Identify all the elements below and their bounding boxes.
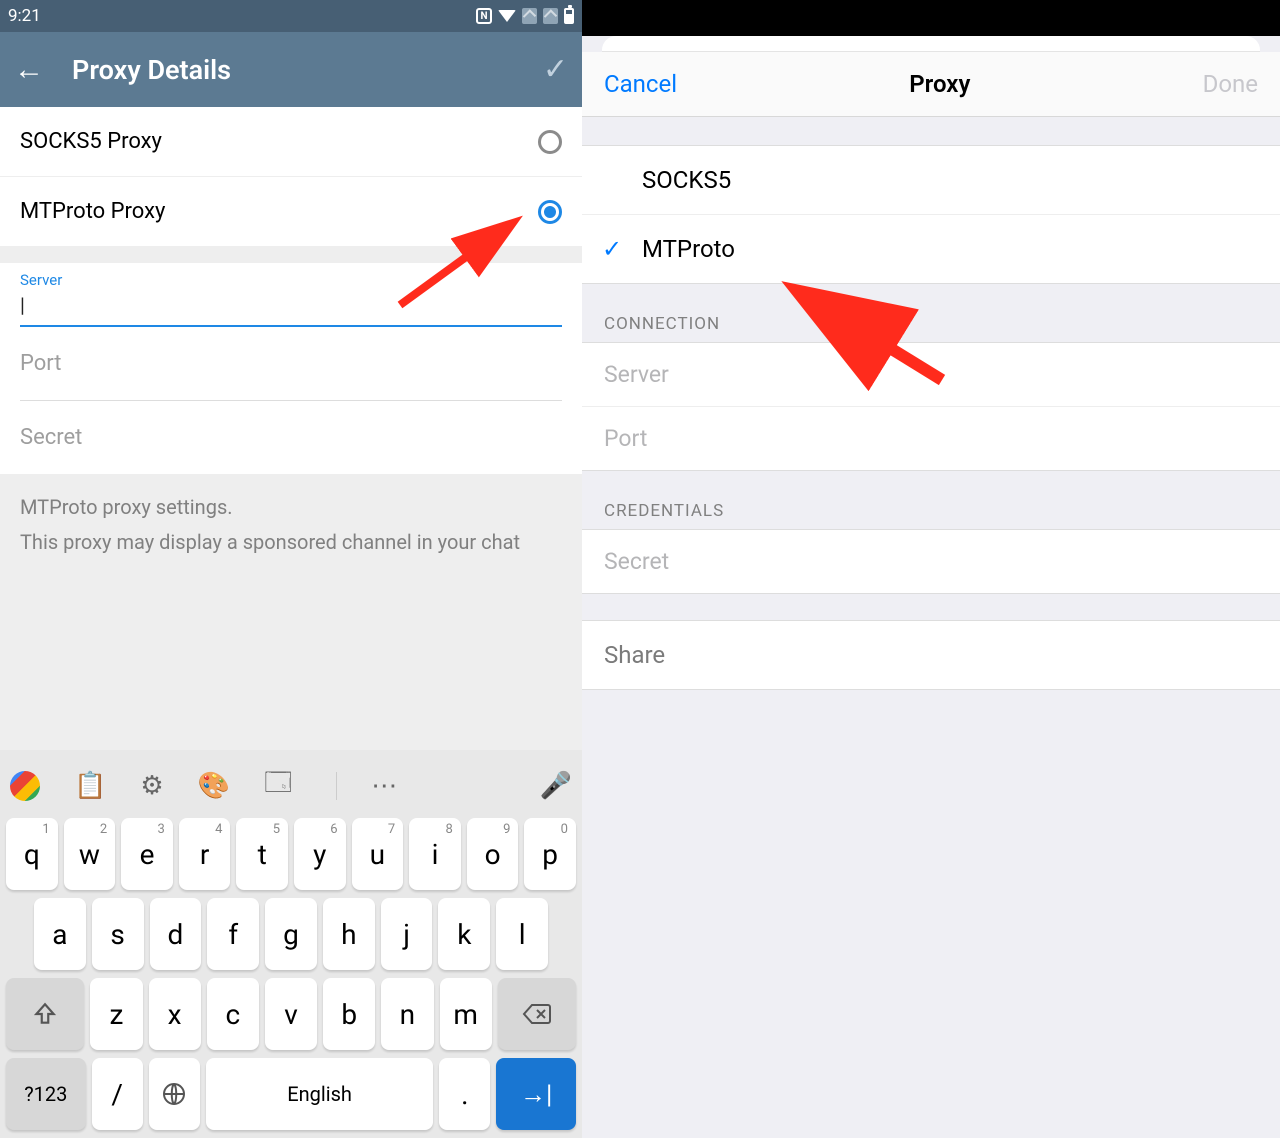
android-pane: 9:21 N ← Proxy Details ✓ SOCKS5 Proxy MT… — [0, 0, 582, 1138]
ios-server-field[interactable]: Server — [582, 343, 1280, 407]
server-label: Server — [20, 271, 562, 289]
key-n[interactable]: n — [381, 978, 433, 1050]
more-icon[interactable]: ⋯ — [371, 771, 397, 801]
key-v[interactable]: v — [265, 978, 317, 1050]
clipboard-icon[interactable]: 📋 — [74, 771, 106, 801]
backspace-key[interactable] — [498, 978, 576, 1050]
back-icon[interactable]: ← — [14, 52, 44, 87]
info-text: MTProto proxy settings. This proxy may d… — [0, 474, 582, 576]
keyboard-toolbar: 📋 ⚙ 🎨 🗔 ⋯ 🎤 — [0, 754, 582, 818]
key-i[interactable]: i8 — [409, 818, 461, 890]
share-button[interactable]: Share — [582, 620, 1280, 690]
ios-type-label: MTProto — [642, 235, 735, 263]
key-q[interactable]: q1 — [6, 818, 58, 890]
done-button[interactable]: Done — [1203, 70, 1258, 98]
app-bar: ← Proxy Details ✓ — [0, 32, 582, 107]
radio-on-icon[interactable] — [538, 200, 562, 224]
ios-pane: Cancel Proxy Done SOCKS5 ✓ MTProto CONNE… — [582, 0, 1280, 1138]
nav-title: Proxy — [909, 70, 970, 98]
port-input[interactable]: Port — [20, 327, 562, 401]
cancel-button[interactable]: Cancel — [604, 70, 677, 98]
ios-secret-field[interactable]: Secret — [582, 530, 1280, 593]
ios-port-field[interactable]: Port — [582, 407, 1280, 470]
radio-off-icon[interactable] — [538, 130, 562, 154]
proxy-type-list: SOCKS5 Proxy MTProto Proxy — [0, 107, 582, 247]
info-line1: MTProto proxy settings. — [20, 494, 562, 521]
ios-credentials-fields: Secret — [582, 529, 1280, 594]
gear-icon[interactable]: ⚙ — [140, 771, 163, 801]
key-x[interactable]: x — [149, 978, 201, 1050]
status-bar: 9:21 N — [0, 0, 582, 32]
key-c[interactable]: c — [207, 978, 259, 1050]
key-y[interactable]: y6 — [294, 818, 346, 890]
key-k[interactable]: k — [438, 898, 490, 970]
key-l[interactable]: l — [496, 898, 548, 970]
ios-connection-fields: Server Port — [582, 342, 1280, 471]
key-z[interactable]: z — [90, 978, 142, 1050]
key-u[interactable]: u7 — [352, 818, 404, 890]
proxy-type-label: SOCKS5 Proxy — [20, 129, 162, 154]
space-key[interactable]: English — [206, 1058, 433, 1130]
key-b[interactable]: b — [323, 978, 375, 1050]
palette-icon[interactable]: 🎨 — [198, 771, 230, 801]
section-header-credentials: CREDENTIALS — [582, 471, 1280, 529]
ios-type-label: SOCKS5 — [642, 166, 731, 194]
key-h[interactable]: h — [323, 898, 375, 970]
mic-icon[interactable]: 🎤 — [540, 771, 572, 801]
ios-navbar: Cancel Proxy Done — [582, 52, 1280, 117]
google-icon[interactable] — [10, 771, 40, 801]
checkmark-icon: ✓ — [602, 235, 622, 263]
key-t[interactable]: t5 — [236, 818, 288, 890]
key-s[interactable]: s — [92, 898, 144, 970]
signal-icon-2 — [543, 8, 558, 24]
ios-type-mtproto[interactable]: ✓ MTProto — [582, 215, 1280, 283]
secret-input[interactable]: Secret — [20, 401, 562, 474]
slash-key[interactable]: / — [92, 1058, 143, 1130]
clock: 9:21 — [8, 6, 41, 26]
key-r[interactable]: r4 — [179, 818, 231, 890]
section-header-connection: CONNECTION — [582, 284, 1280, 342]
key-p[interactable]: p0 — [524, 818, 576, 890]
proxy-type-socks5[interactable]: SOCKS5 Proxy — [0, 107, 582, 177]
key-f[interactable]: f — [207, 898, 259, 970]
language-key[interactable] — [149, 1058, 200, 1130]
info-line2: This proxy may display a sponsored chann… — [20, 529, 562, 556]
proxy-type-label: MTProto Proxy — [20, 199, 165, 224]
battery-icon — [564, 8, 574, 24]
confirm-icon[interactable]: ✓ — [543, 52, 568, 87]
key-a[interactable]: a — [34, 898, 86, 970]
key-w[interactable]: w2 — [64, 818, 116, 890]
signal-icon — [522, 8, 537, 24]
key-e[interactable]: e3 — [121, 818, 173, 890]
ios-proxy-type-list: SOCKS5 ✓ MTProto — [582, 145, 1280, 284]
server-input[interactable] — [20, 289, 562, 327]
symbols-key[interactable]: ?123 — [6, 1058, 86, 1130]
nfc-icon: N — [476, 8, 492, 24]
sticker-icon[interactable]: 🗔 — [264, 764, 292, 808]
key-g[interactable]: g — [265, 898, 317, 970]
enter-key[interactable]: →| — [496, 1058, 576, 1130]
page-title: Proxy Details — [72, 54, 543, 86]
shift-key[interactable] — [6, 978, 84, 1050]
key-o[interactable]: o9 — [467, 818, 519, 890]
ios-type-socks5[interactable]: SOCKS5 — [582, 146, 1280, 215]
keyboard: 📋 ⚙ 🎨 🗔 ⋯ 🎤 q1w2e3r4t5y6u7i8o9p0 asdfghj… — [0, 750, 582, 1138]
proxy-form: Server Port Secret — [0, 263, 582, 474]
proxy-type-mtproto[interactable]: MTProto Proxy — [0, 177, 582, 247]
key-d[interactable]: d — [150, 898, 202, 970]
wifi-icon — [498, 10, 516, 22]
key-j[interactable]: j — [381, 898, 433, 970]
period-key[interactable]: . — [439, 1058, 490, 1130]
key-m[interactable]: m — [440, 978, 492, 1050]
